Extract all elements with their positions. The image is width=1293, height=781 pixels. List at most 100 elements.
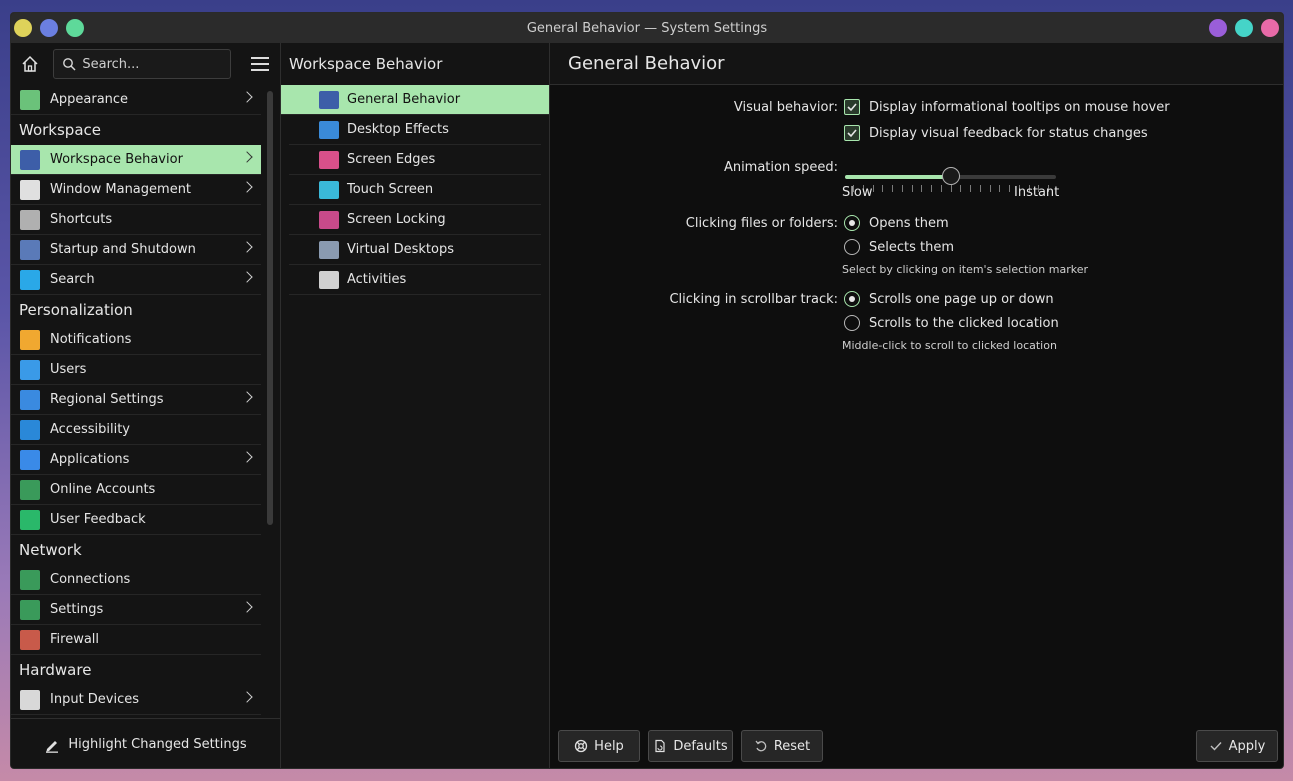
window-dot-green[interactable] (66, 19, 84, 37)
tooltips-checkbox[interactable] (844, 99, 860, 115)
subcategory-label: General Behavior (347, 92, 461, 107)
sidebar-item-startup-and-shutdown[interactable]: Startup and Shutdown (11, 235, 261, 265)
sidebar-item-users[interactable]: Users (11, 355, 261, 385)
subcategory-panel: Workspace Behavior General Behavior Deskt… (281, 43, 550, 768)
subcategory-screen-locking[interactable]: Screen Locking (289, 205, 541, 235)
slider-min-label: Slow (842, 185, 873, 200)
sidebar-item-search[interactable]: Search (11, 265, 261, 295)
sidebar-section-header: Workspace (19, 121, 101, 139)
subcategory-virtual-desktops[interactable]: Virtual Desktops (289, 235, 541, 265)
sidebar-item-label: Startup and Shutdown (50, 242, 196, 257)
sidebar-item-online-accounts[interactable]: Online Accounts (11, 475, 261, 505)
accessibility-icon (20, 419, 40, 440)
activities-icon (319, 270, 339, 289)
sidebar-item-user-feedback[interactable]: User Feedback (11, 505, 261, 535)
sidebar-item-window-management[interactable]: Window Management (11, 175, 261, 205)
sidebar-item-label: Notifications (50, 332, 132, 347)
clicking-files-label: Clicking files or folders: (685, 216, 838, 231)
sidebar-item-label: Settings (50, 602, 104, 617)
desktop-effects-icon (319, 120, 339, 139)
home-button[interactable] (19, 51, 41, 77)
general-behavior-icon (319, 90, 339, 109)
sidebar-item-label: Input Devices (50, 692, 140, 707)
close-button[interactable] (1261, 19, 1279, 37)
scroll-click-radio[interactable] (844, 315, 860, 331)
general-behavior-page: General Behavior Visual behavior: Displa… (550, 43, 1283, 768)
sidebar-item-label: Window Management (50, 182, 192, 197)
chevron-right-icon (241, 601, 253, 613)
sidebar-item-label: User Feedback (50, 512, 146, 527)
sidebar-item-input-devices[interactable]: Input Devices (11, 685, 261, 715)
subcategory-desktop-effects[interactable]: Desktop Effects (289, 115, 541, 145)
help-button[interactable]: Help (558, 730, 640, 762)
defaults-label: Defaults (673, 738, 728, 754)
subcategory-screen-edges[interactable]: Screen Edges (289, 145, 541, 175)
highlight-changed-button[interactable]: Highlight Changed Settings (11, 718, 280, 768)
reset-button[interactable]: Reset (741, 730, 823, 762)
scroll-click-row[interactable]: Scrolls to the clicked location (844, 315, 1059, 331)
selects-them-row[interactable]: Selects them (844, 239, 954, 255)
pen-icon (46, 740, 59, 753)
subcategory-touch-screen[interactable]: Touch Screen (289, 175, 541, 205)
sidebar-item-settings[interactable]: Settings (11, 595, 261, 625)
window-dot-blue[interactable] (40, 19, 58, 37)
chevron-right-icon (241, 91, 253, 103)
subcategory-general-behavior[interactable]: General Behavior (281, 85, 549, 115)
window-dot-yellow[interactable] (14, 19, 32, 37)
sidebar-item-applications[interactable]: Applications (11, 445, 261, 475)
scroll-page-row[interactable]: Scrolls one page up or down (844, 291, 1054, 307)
chevron-right-icon (241, 271, 253, 283)
feedback-checkbox-row[interactable]: Display visual feedback for status chang… (844, 125, 1148, 141)
opens-them-row[interactable]: Opens them (844, 215, 949, 231)
keyboard-icon (20, 209, 40, 230)
subcategory-label: Virtual Desktops (347, 242, 454, 257)
search-settings-icon (20, 269, 40, 290)
globe-icon (20, 479, 40, 500)
sidebar-item-firewall[interactable]: Firewall (11, 625, 261, 655)
sidebar-item-accessibility[interactable]: Accessibility (11, 415, 261, 445)
opens-them-radio[interactable] (844, 215, 860, 231)
subcategory-list: General Behavior Desktop Effects Screen Ed… (281, 85, 549, 295)
sidebar-item-appearance[interactable]: Appearance (11, 85, 261, 115)
reset-label: Reset (773, 738, 811, 754)
subcategory-label: Activities (347, 272, 407, 287)
window-title: General Behavior — System Settings (526, 20, 768, 36)
animation-speed-slider[interactable] (845, 167, 1056, 185)
sidebar-category-list: Appearance Workspace Workspace Behavior Win… (11, 85, 261, 717)
sidebar-item-label: Workspace Behavior (50, 152, 183, 167)
sidebar-item-regional-settings[interactable]: Regional Settings (11, 385, 261, 415)
sidebar-item-notifications[interactable]: Notifications (11, 325, 261, 355)
minimize-button[interactable] (1209, 19, 1227, 37)
subcategory-activities[interactable]: Activities (289, 265, 541, 295)
appearance-icon (20, 89, 40, 110)
sidebar-scrollbar[interactable] (267, 91, 273, 525)
search-field[interactable] (53, 49, 232, 79)
selects-them-radio[interactable] (844, 239, 860, 255)
sidebar-item-label: Firewall (50, 632, 100, 647)
page-title: General Behavior (550, 43, 1283, 85)
check-icon (1210, 742, 1222, 751)
tooltips-checkbox-row[interactable]: Display informational tooltips on mouse … (844, 99, 1170, 115)
hamburger-menu-button[interactable] (251, 52, 272, 76)
scroll-page-radio[interactable] (844, 291, 860, 307)
title-bar[interactable]: General Behavior — System Settings (11, 13, 1283, 43)
apply-button[interactable]: Apply (1196, 730, 1278, 762)
help-label: Help (594, 738, 624, 754)
scroll-click-label: Scrolls to the clicked location (869, 315, 1059, 331)
slider-handle[interactable] (941, 167, 960, 185)
sidebar-section-header: Hardware (19, 661, 92, 679)
window-management-icon (20, 179, 40, 200)
chevron-right-icon (241, 151, 253, 163)
sidebar-item-label: Search (50, 272, 95, 287)
opens-them-label: Opens them (869, 215, 949, 231)
sidebar-item-label: Connections (50, 572, 131, 587)
touch-screen-icon (319, 180, 339, 199)
sidebar-item-connections[interactable]: Connections (11, 565, 261, 595)
feedback-checkbox[interactable] (844, 125, 860, 141)
maximize-button[interactable] (1235, 19, 1253, 37)
sidebar-item-shortcuts[interactable]: Shortcuts (11, 205, 261, 235)
defaults-button[interactable]: Defaults (648, 730, 733, 762)
search-input[interactable] (82, 56, 223, 72)
animation-speed-label: Animation speed: (723, 160, 838, 175)
sidebar-item-workspace-behavior[interactable]: Workspace Behavior (11, 145, 261, 175)
